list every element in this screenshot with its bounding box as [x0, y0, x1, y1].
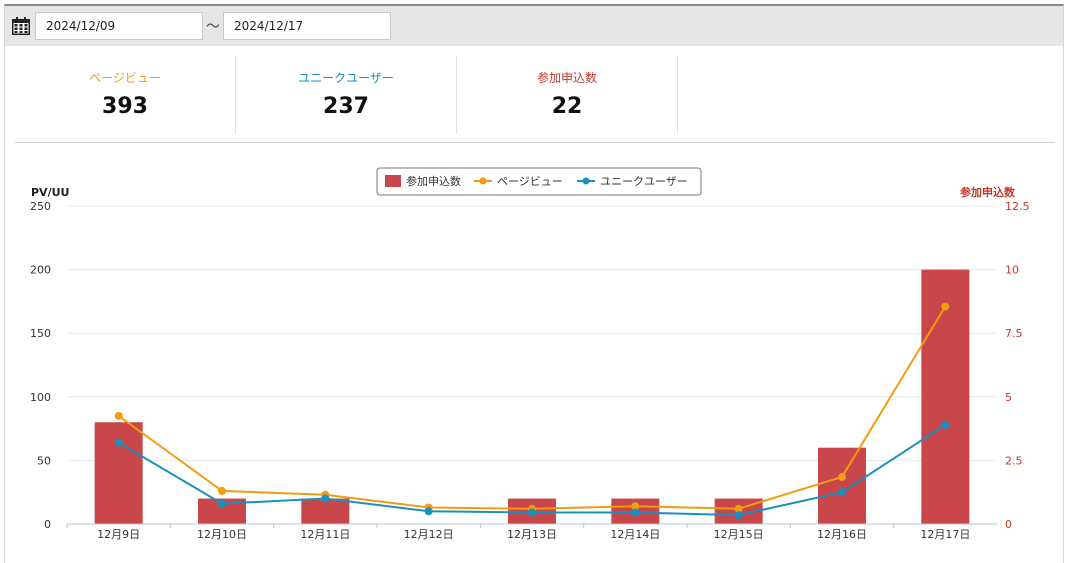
- legend-marker: [479, 177, 487, 185]
- point-pageviews: [941, 302, 950, 311]
- legend-label-pageviews: ページビュー: [497, 175, 563, 188]
- legend-swatch-applications: [385, 175, 401, 187]
- point-pageviews: [218, 486, 226, 495]
- point-unique-users: [321, 494, 330, 503]
- y-tick-label: 100: [30, 391, 51, 404]
- y-tick-label: 50: [37, 454, 51, 467]
- x-tick-label: 12月9日: [97, 528, 140, 541]
- date-to-input[interactable]: 2024/12/17: [223, 12, 391, 40]
- legend-label-applications: 参加申込数: [406, 174, 461, 188]
- y-tick-label: 250: [30, 200, 51, 213]
- stat-pageviews: ページビュー 393: [15, 56, 236, 134]
- stat-value: 237: [323, 94, 369, 119]
- bar-applications: [818, 447, 866, 524]
- point-unique-users: [424, 507, 433, 516]
- stat-label: ユニークユーザー: [298, 71, 394, 85]
- x-tick-label: 12月11日: [300, 528, 350, 541]
- y2-tick-label: 2.5: [1005, 454, 1023, 467]
- x-tick-label: 12月16日: [817, 528, 867, 541]
- point-unique-users: [838, 488, 846, 497]
- x-tick-label: 12月17日: [920, 528, 970, 541]
- y2-tick-label: 7.5: [1005, 327, 1023, 340]
- point-pageviews: [838, 472, 846, 481]
- point-unique-users: [941, 420, 950, 429]
- stat-label: ページビュー: [89, 71, 161, 85]
- x-tick-label: 12月10日: [197, 528, 247, 541]
- x-tick-label: 12月12日: [404, 528, 454, 541]
- point-unique-users: [114, 438, 123, 447]
- point-unique-users: [631, 508, 640, 517]
- stat-value: 393: [102, 94, 148, 119]
- y2-tick-label: 12.5: [1005, 200, 1030, 213]
- bar-applications: [94, 422, 143, 524]
- x-tick-label: 12月14日: [610, 528, 660, 541]
- point-unique-users: [734, 511, 743, 520]
- calendar-icon[interactable]: [11, 16, 31, 36]
- x-tick-label: 12月15日: [714, 528, 764, 541]
- x-tick-label: 12月13日: [507, 528, 557, 541]
- date-range-separator: ～: [206, 19, 220, 35]
- point-unique-users: [218, 499, 226, 508]
- y-axis-title: PV/UU: [31, 186, 69, 199]
- summary-stats: ページビュー 393 ユニークユーザー 237 参加申込数 22: [15, 56, 1055, 136]
- combo-chart: 0 50 100 150 200 250 0 2.5 5 7.5 10 12.5 PV/UU 参加申込数 1…: [30, 167, 1030, 541]
- y2-tick-label: 5: [1005, 391, 1012, 404]
- stat-unique-users: ユニークユーザー 237: [236, 56, 457, 134]
- y-tick-label: 150: [30, 327, 51, 340]
- y-tick-label: 200: [30, 264, 51, 277]
- y2-axis-title: 参加申込数: [960, 185, 1016, 199]
- y2-tick-label: 0: [1005, 518, 1012, 531]
- date-filter-bar: 2024/12/09 ～ 2024/12/17: [5, 6, 1063, 46]
- y-tick-label: 0: [44, 518, 51, 531]
- stat-value: 22: [551, 94, 583, 119]
- y2-tick-label: 10: [1005, 264, 1019, 277]
- date-from-input[interactable]: 2024/12/09: [35, 12, 203, 40]
- stat-applications: 参加申込数 22: [457, 56, 678, 134]
- stats-divider: [15, 142, 1055, 143]
- legend-label-unique-users: ユニークユーザー: [600, 175, 688, 188]
- stat-label: 参加申込数: [536, 71, 597, 85]
- point-pageviews: [114, 411, 123, 420]
- legend-marker: [582, 177, 590, 185]
- dashboard-panel: 2024/12/09 ～ 2024/12/17 ページビュー 393 ユニークユ…: [4, 4, 1064, 563]
- point-unique-users: [528, 508, 536, 517]
